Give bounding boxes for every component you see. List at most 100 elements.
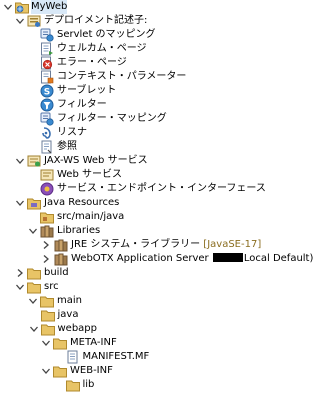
tree-item-label: フィルター・マッピング	[57, 113, 167, 124]
tree-item-label: java	[57, 309, 79, 320]
tree-item-libraries[interactable]: Libraries	[0, 224, 274, 238]
chevron-down-icon[interactable]	[41, 366, 51, 376]
folder-icon	[40, 322, 55, 336]
file-icon	[66, 350, 80, 364]
chevron-down-icon[interactable]	[15, 16, 25, 26]
tree-item-reference[interactable]: 参照	[0, 140, 274, 154]
tree-item-context-params[interactable]: コンテキスト・パラメーター	[0, 70, 274, 84]
tree-item-jre-library[interactable]: JRE システム・ライブラリー [JavaSE-17]	[0, 238, 274, 252]
library-icon	[54, 252, 68, 266]
tree-item-label: main	[57, 295, 82, 306]
chevron-down-icon[interactable]	[3, 2, 13, 12]
source-folder-icon	[40, 210, 54, 224]
folder-icon	[40, 294, 54, 308]
tree-item-listener[interactable]: リスナ	[0, 126, 274, 140]
tree-item-jaxws[interactable]: JAX-WS Web サービス	[0, 154, 274, 168]
chevron-down-icon[interactable]	[29, 324, 39, 334]
tree-item-label: リスナ	[57, 127, 87, 138]
filter-icon	[40, 98, 54, 112]
deployment-descriptor-icon	[27, 14, 41, 28]
chevron-down-icon[interactable]	[15, 282, 25, 292]
tree-item-label: 参照	[57, 141, 77, 152]
servlet-icon: S	[40, 84, 54, 98]
folder-icon	[53, 364, 67, 378]
listener-icon	[40, 126, 54, 140]
svg-text:S: S	[44, 88, 50, 98]
tree-item-label: META-INF	[70, 337, 117, 348]
tree-item-src-main-java[interactable]: src/main/java	[0, 210, 274, 224]
tree-item-label: WebOTX Application Server Local Default)	[71, 252, 313, 266]
redaction-box	[212, 253, 243, 262]
tree-item-label: エラー・ページ	[57, 57, 127, 68]
jre-label: JRE システム・ライブラリー	[71, 239, 201, 250]
tree-item-main[interactable]: main	[0, 294, 274, 308]
web-services-icon	[27, 154, 41, 168]
tree-item-label: サービス・エンドポイント・インターフェース	[57, 183, 266, 194]
reference-icon	[40, 140, 54, 154]
chevron-down-icon[interactable]	[28, 296, 38, 306]
tree-item-welcome-page[interactable]: ウェルカム・ページ	[0, 42, 274, 56]
tree-item-deployment-descriptor[interactable]: デプロイメント記述子:	[0, 14, 274, 28]
tree-item-servlet[interactable]: S サーブレット	[0, 84, 274, 98]
java-resources-icon	[27, 196, 41, 210]
tree-item-label: Libraries	[57, 225, 101, 236]
tree-item-error-page[interactable]: エラー・ページ	[0, 56, 274, 70]
tree-item-lib[interactable]: lib	[0, 378, 274, 392]
chevron-right-icon[interactable]	[41, 254, 51, 264]
endpoint-interface-icon	[40, 182, 54, 196]
tree-item-label: デプロイメント記述子:	[44, 15, 148, 26]
tree-item-service-endpoint-interface[interactable]: サービス・エンドポイント・インターフェース	[0, 182, 274, 196]
folder-icon	[53, 336, 67, 350]
folder-icon	[65, 378, 80, 392]
jre-version-decoration: [JavaSE-17]	[203, 239, 262, 250]
tree-item-label: webapp	[57, 323, 98, 334]
context-param-icon	[40, 70, 54, 84]
tree-item-label: build	[44, 267, 69, 278]
error-page-icon	[40, 56, 54, 70]
tree-item-filter-mapping[interactable]: フィルター・マッピング	[0, 112, 274, 126]
project-explorer-tree: MyWeb デプロイメント記述子: Servlet のマッピング ウェルカム・ペ…	[0, 0, 313, 408]
tree-item-build[interactable]: build	[0, 266, 274, 280]
tree-item-webotx-library[interactable]: WebOTX Application Server Local Default)	[0, 252, 313, 266]
tree-item-label: フィルター	[57, 99, 107, 110]
welcome-page-icon	[40, 42, 54, 56]
tree-item-webapp[interactable]: webapp	[0, 322, 274, 336]
folder-icon	[40, 308, 55, 322]
webotx-label-start: WebOTX Application Server	[71, 253, 209, 264]
chevron-down-icon[interactable]	[15, 198, 25, 208]
tree-item-servlet-mapping[interactable]: Servlet のマッピング	[0, 28, 274, 42]
tree-item-label: MANIFEST.MF	[82, 351, 150, 362]
tree-item-label: Servlet のマッピング	[57, 29, 156, 40]
tree-item-src[interactable]: src	[0, 280, 274, 294]
tree-item-java[interactable]: java	[0, 308, 274, 322]
chevron-down-icon[interactable]	[15, 156, 25, 166]
tree-item-web-inf[interactable]: WEB-INF	[0, 364, 274, 378]
tree-item-label: MyWeb	[31, 0, 68, 14]
libraries-icon	[40, 224, 54, 238]
tree-item-filter[interactable]: フィルター	[0, 98, 274, 112]
folder-icon	[27, 280, 41, 294]
tree-item-label: lib	[82, 379, 95, 390]
web-service-icon	[40, 168, 54, 182]
tree-item-myweb[interactable]: MyWeb	[0, 0, 274, 14]
tree-item-web-service[interactable]: Web サービス	[0, 168, 274, 182]
tree-item-label: コンテキスト・パラメーター	[57, 71, 187, 82]
tree-item-label: Web サービス	[57, 169, 122, 180]
tree-item-label: ウェルカム・ページ	[57, 43, 147, 54]
tree-item-label: サーブレット	[57, 85, 117, 96]
tree-item-java-resources[interactable]: Java Resources	[0, 196, 274, 210]
tree-item-label: JRE システム・ライブラリー [JavaSE-17]	[71, 238, 261, 252]
tree-item-label: Java Resources	[44, 197, 120, 208]
tree-item-meta-inf[interactable]: META-INF	[0, 336, 274, 350]
tree-item-manifest[interactable]: MANIFEST.MF	[0, 350, 274, 364]
tree-item-label: src/main/java	[57, 211, 125, 222]
chevron-down-icon[interactable]	[41, 338, 51, 348]
chevron-down-icon[interactable]	[28, 226, 38, 236]
filter-mapping-icon	[40, 112, 54, 126]
chevron-right-icon[interactable]	[15, 268, 25, 278]
web-project-icon	[15, 0, 29, 14]
chevron-right-icon[interactable]	[41, 240, 51, 250]
tree-item-label: JAX-WS Web サービス	[44, 155, 148, 166]
servlet-mapping-icon	[40, 28, 54, 42]
folder-icon	[27, 266, 41, 280]
